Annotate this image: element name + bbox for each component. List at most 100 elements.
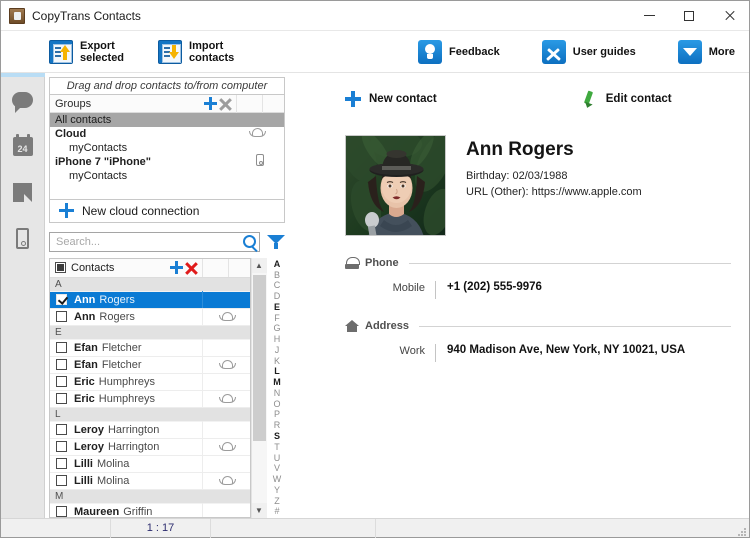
address-field-value[interactable]: 940 Madison Ave, New York, NY 10021, USA	[435, 344, 685, 362]
alpha-P[interactable]: P	[274, 410, 280, 420]
scroll-track[interactable]	[251, 272, 267, 503]
export-icon	[49, 39, 73, 64]
rail-item-calendar[interactable]: 24	[1, 123, 45, 169]
phone-section-title: Phone	[365, 257, 399, 269]
row-checkbox[interactable]	[56, 475, 67, 487]
alpha-L[interactable]: L	[274, 367, 280, 377]
row-checkbox[interactable]	[56, 359, 67, 371]
alpha-A[interactable]: A	[274, 259, 281, 269]
new-cloud-connection-button[interactable]: New cloud connection	[49, 199, 285, 223]
row-first-name: Leroy	[74, 423, 104, 436]
alpha-G[interactable]: G	[273, 324, 280, 334]
row-checkbox[interactable]	[56, 458, 67, 470]
scroll-down-icon[interactable]: ▼	[251, 503, 267, 518]
row-checkbox[interactable]	[56, 441, 67, 453]
alpha-E[interactable]: E	[274, 302, 280, 312]
rail-item-messages[interactable]	[1, 77, 45, 123]
rail-item-device[interactable]	[1, 215, 45, 261]
list-item[interactable]: Lilli Molina	[50, 472, 250, 490]
scroll-up-icon[interactable]: ▲	[251, 257, 267, 273]
contacts-scrollbar[interactable]: ▲ ▼	[251, 257, 267, 518]
alphabet-index[interactable]: A B C D E F G H J K L M N O P R S T U V …	[269, 258, 285, 518]
contacts-header-spacer-2	[228, 258, 250, 277]
row-checkbox[interactable]	[56, 424, 67, 436]
phone-section-header: Phone	[345, 256, 731, 270]
export-selected-button[interactable]: Export selected	[49, 39, 124, 64]
group-row-iphone[interactable]: iPhone 7 "iPhone"	[50, 154, 284, 169]
alpha-B[interactable]: B	[274, 270, 280, 280]
user-guides-button[interactable]: User guides	[541, 39, 636, 64]
row-last-name: Humphreys	[98, 392, 156, 405]
calendar-icon: 24	[12, 133, 33, 156]
note-icon	[13, 182, 32, 202]
contacts-header-actions	[170, 261, 202, 275]
list-item[interactable]: Ann Rogers	[50, 308, 250, 326]
alpha-K[interactable]: K	[274, 356, 280, 366]
new-contact-button[interactable]: New contact	[345, 91, 437, 107]
resize-grip-icon[interactable]	[737, 527, 746, 536]
row-checkbox[interactable]	[56, 294, 67, 306]
row-first-name: Ann	[74, 310, 96, 323]
import-contacts-button[interactable]: Import contacts	[158, 39, 234, 64]
delete-group-icon[interactable]	[219, 97, 232, 110]
list-item[interactable]: Eric Humphreys	[50, 373, 250, 391]
funnel-icon[interactable]	[267, 234, 285, 250]
maximize-button[interactable]	[669, 1, 709, 31]
contacts-list[interactable]: A Ann Rogers Ann Rogers E Efan Fletcher …	[50, 277, 250, 517]
search-box[interactable]	[49, 231, 260, 252]
group-row-cloud[interactable]: Cloud	[50, 127, 284, 141]
feedback-button[interactable]: Feedback	[418, 39, 500, 64]
group-row-all-contacts[interactable]: All contacts	[50, 113, 284, 127]
minimize-button[interactable]	[629, 1, 669, 31]
row-checkbox[interactable]	[56, 376, 67, 388]
alpha-T[interactable]: T	[274, 442, 280, 452]
row-source-badge	[202, 390, 250, 408]
list-item[interactable]: Leroy Harrington	[50, 421, 250, 439]
alpha-U[interactable]: U	[274, 453, 281, 463]
magnifier-icon[interactable]	[243, 235, 256, 249]
row-checkbox[interactable]	[56, 342, 67, 354]
list-item[interactable]: Efan Fletcher	[50, 339, 250, 357]
row-checkbox[interactable]	[56, 506, 67, 517]
close-button[interactable]	[709, 1, 749, 31]
alpha-D[interactable]: D	[274, 291, 281, 301]
row-checkbox[interactable]	[56, 393, 67, 405]
alpha-hash[interactable]: #	[274, 507, 279, 517]
select-all-checkbox[interactable]	[55, 262, 66, 274]
alpha-M[interactable]: M	[273, 377, 281, 387]
row-last-name: Humphreys	[98, 375, 156, 388]
alpha-J[interactable]: J	[275, 345, 280, 355]
row-checkbox[interactable]	[56, 311, 67, 323]
list-item[interactable]: Efan Fletcher	[50, 356, 250, 374]
add-group-icon[interactable]	[204, 97, 217, 110]
add-contact-icon[interactable]	[170, 261, 183, 275]
list-section-header: E	[50, 325, 250, 340]
group-row-iphone-mycontacts[interactable]: myContacts	[50, 169, 284, 183]
delete-contact-icon[interactable]	[185, 261, 198, 274]
list-item[interactable]: Leroy Harrington	[50, 438, 250, 456]
alpha-F[interactable]: F	[274, 313, 280, 323]
alpha-C[interactable]: C	[274, 280, 281, 290]
phone-field-value[interactable]: +1 (202) 555-9976	[435, 281, 542, 299]
alpha-N[interactable]: N	[274, 388, 281, 398]
more-button[interactable]: More	[677, 39, 735, 64]
alpha-V[interactable]: V	[274, 463, 280, 473]
edit-contact-button[interactable]: Edit contact	[581, 91, 672, 107]
scroll-thumb[interactable]	[252, 274, 266, 441]
alpha-H[interactable]: H	[274, 334, 281, 344]
alpha-R[interactable]: R	[274, 420, 281, 430]
list-item[interactable]: Lilli Molina	[50, 455, 250, 473]
alpha-W[interactable]: W	[273, 474, 282, 484]
contact-photo	[346, 136, 445, 235]
alpha-Z[interactable]: Z	[274, 496, 280, 506]
list-item[interactable]: Ann Rogers	[50, 291, 250, 309]
search-input[interactable]	[56, 235, 243, 248]
alpha-Y[interactable]: Y	[274, 485, 280, 495]
alpha-O[interactable]: O	[273, 399, 280, 409]
list-item[interactable]: Eric Humphreys	[50, 390, 250, 408]
list-item[interactable]: Maureen Griffin	[50, 503, 250, 517]
alpha-S[interactable]: S	[274, 431, 280, 441]
rail-item-notes[interactable]	[1, 169, 45, 215]
group-row-cloud-mycontacts[interactable]: myContacts	[50, 141, 284, 155]
row-first-name: Lilli	[74, 474, 93, 487]
